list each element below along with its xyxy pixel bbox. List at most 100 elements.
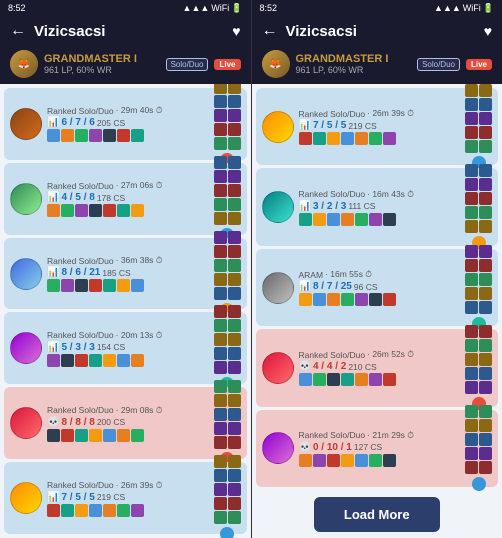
item-icon: [47, 429, 60, 442]
match-card[interactable]: Ranked Solo/Duo · 20m 13s ⏱📊 5 / 3 / 3 1…: [4, 312, 247, 384]
result-icon: 📊: [47, 342, 59, 353]
participant-icon: [228, 319, 241, 332]
participant-icon: [228, 245, 241, 258]
participant-icon: [465, 273, 478, 286]
champion-icon: [10, 258, 42, 290]
participant-icon: [465, 367, 478, 380]
item-icon: [47, 504, 60, 517]
match-card[interactable]: Ranked Solo/Duo · 29m 40s ⏱📊 6 / 7 / 6 2…: [4, 88, 247, 160]
left-heart-icon[interactable]: ♥: [232, 23, 240, 39]
right-heart-icon[interactable]: ♥: [484, 23, 492, 39]
right-rank-sub: 961 LP, 60% WR: [296, 65, 412, 75]
participant-icon: [214, 184, 227, 197]
champion-icon: [262, 272, 294, 304]
match-info: Ranked Solo/Duo · 26m 39s ⏱📊 7 / 5 / 5 2…: [299, 108, 461, 145]
item-icon: [131, 129, 144, 142]
participant-icon: [465, 301, 478, 314]
result-icon: 📊: [299, 120, 311, 131]
kda-row: 📊 3 / 2 / 3 111 CS: [299, 201, 461, 212]
item-icon: [117, 504, 130, 517]
kda-row: 📊 7 / 5 / 5 219 CS: [47, 492, 209, 503]
match-card[interactable]: Ranked Solo/Duo · 21m 29s ⏱💀 0 / 10 / 1 …: [256, 410, 499, 487]
participant-icon: [228, 347, 241, 360]
participant-icon: [479, 140, 492, 153]
match-card[interactable]: Ranked Solo/Duo · 26m 39s ⏱📊 7 / 5 / 5 2…: [256, 88, 499, 165]
kda-value: 8 / 6 / 21: [61, 267, 100, 278]
match-right: [214, 380, 241, 466]
kda-value: 8 / 7 / 25: [313, 281, 352, 292]
match-type-row: Ranked Solo/Duo · 26m 52s ⏱: [299, 349, 461, 360]
result-icon: 📊: [47, 267, 59, 278]
item-icon: [89, 504, 102, 517]
match-time: · 21m 29s ⏱: [367, 430, 414, 441]
right-live-badge: Live: [466, 59, 492, 70]
participant-icon: [228, 212, 241, 225]
match-time: · 26m 39s ⏱: [116, 480, 163, 491]
match-time: · 29m 40s ⏱: [116, 105, 163, 116]
participants-col-right: [479, 245, 492, 314]
match-card[interactable]: Ranked Solo/Duo · 27m 06s ⏱📊 4 / 5 / 8 1…: [4, 163, 247, 235]
items-row: [47, 129, 209, 142]
result-icon: 📊: [47, 117, 59, 128]
participant-icon: [465, 178, 478, 191]
right-header: ← Vizicsacsi ♥: [252, 16, 502, 46]
participants-col-right: [228, 231, 241, 300]
participant-icon: [465, 447, 478, 460]
match-card[interactable]: ARAM · 16m 55s ⏱📊 8 / 7 / 25 96 CS: [256, 249, 499, 326]
participants-col-left: [465, 245, 478, 314]
participants-container: [214, 380, 241, 449]
item-icon: [61, 429, 74, 442]
match-info: Ranked Solo/Duo · 36m 38s ⏱📊 8 / 6 / 21 …: [47, 255, 209, 292]
match-card[interactable]: Ranked Solo/Duo · 26m 39s ⏱📊 7 / 5 / 5 2…: [4, 462, 247, 534]
match-card[interactable]: Ranked Solo/Duo · 26m 52s ⏱💀 4 / 4 / 2 2…: [256, 329, 499, 406]
match-info: Ranked Solo/Duo · 26m 52s ⏱💀 4 / 4 / 2 2…: [299, 349, 461, 386]
item-icon: [61, 204, 74, 217]
participant-icon: [214, 408, 227, 421]
kda-value: 8 / 8 / 8: [61, 417, 94, 428]
match-card[interactable]: Ranked Solo/Duo · 36m 38s ⏱📊 8 / 6 / 21 …: [4, 238, 247, 310]
participant-icon: [479, 259, 492, 272]
match-type: Ranked Solo/Duo: [47, 256, 114, 266]
item-icon: [47, 279, 60, 292]
right-back-button[interactable]: ←: [262, 22, 278, 40]
kda-value: 6 / 7 / 6: [61, 117, 94, 128]
match-info: ARAM · 16m 55s ⏱📊 8 / 7 / 25 96 CS: [299, 269, 461, 306]
item-icon: [383, 293, 396, 306]
left-status-bar: 8:52 ▲▲▲ WiFi 🔋: [0, 0, 251, 16]
kda-value: 3 / 2 / 3: [313, 201, 346, 212]
item-icon: [299, 454, 312, 467]
match-type: Ranked Solo/Duo: [299, 350, 366, 360]
participant-icon: [214, 95, 227, 108]
match-time: · 29m 08s ⏱: [116, 405, 163, 416]
participant-icon: [228, 287, 241, 300]
left-rank-title: GRANDMASTER I: [44, 53, 160, 65]
participant-icon: [214, 483, 227, 496]
match-card[interactable]: Ranked Solo/Duo · 16m 43s ⏱📊 3 / 2 / 3 1…: [256, 168, 499, 245]
left-back-button[interactable]: ←: [10, 22, 26, 40]
participants-col-left: [214, 455, 227, 524]
participant-icon: [228, 95, 241, 108]
match-right: [465, 405, 492, 491]
load-more-button[interactable]: Load More: [314, 497, 440, 532]
match-type: Ranked Solo/Duo: [299, 430, 366, 440]
result-icon: 💀: [47, 417, 59, 428]
match-card[interactable]: Ranked Solo/Duo · 29m 08s ⏱💀 8 / 8 / 8 2…: [4, 387, 247, 459]
participants-col-right: [228, 305, 241, 374]
participant-icon: [465, 381, 478, 394]
kda-row: 📊 4 / 5 / 8 178 CS: [47, 192, 209, 203]
match-type-row: Ranked Solo/Duo · 27m 06s ⏱: [47, 180, 209, 191]
match-type-row: Ranked Solo/Duo · 26m 39s ⏱: [47, 480, 209, 491]
item-icon: [299, 132, 312, 145]
participant-icon: [214, 319, 227, 332]
item-icon: [103, 354, 116, 367]
cs-value: 219 CS: [97, 492, 125, 502]
participant-icon: [214, 156, 227, 169]
match-info: Ranked Solo/Duo · 16m 43s ⏱📊 3 / 2 / 3 1…: [299, 189, 461, 226]
right-player-avatar: 🦊: [262, 50, 290, 78]
item-icon: [75, 129, 88, 142]
item-icon: [131, 429, 144, 442]
item-icon: [341, 293, 354, 306]
participant-icon: [479, 339, 492, 352]
left-status-icons: ▲▲▲ WiFi 🔋: [183, 3, 243, 14]
match-type: Ranked Solo/Duo: [47, 480, 114, 490]
